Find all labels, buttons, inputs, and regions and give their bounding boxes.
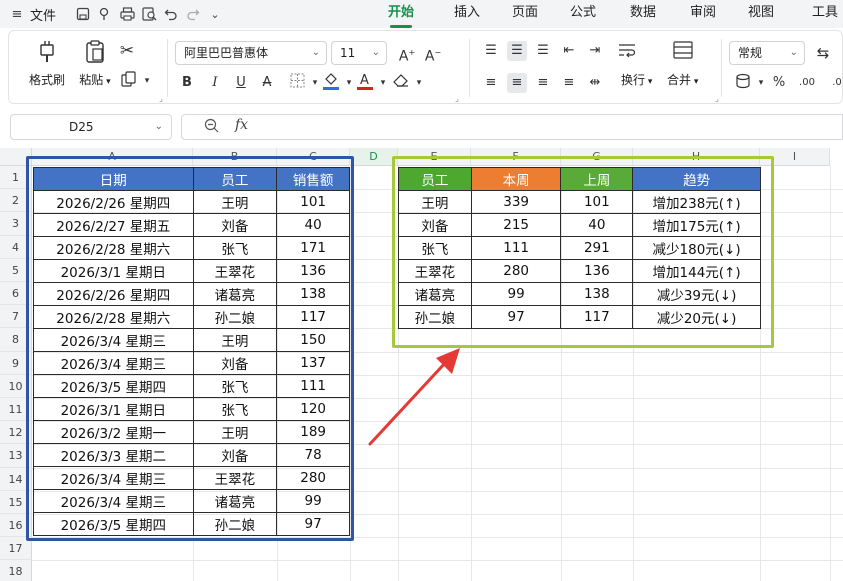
gridline [830,166,831,581]
chevron-down-icon[interactable]: ▾ [409,73,429,93]
chevron-down-icon[interactable]: ▾ [103,77,111,87]
chevron-down-icon[interactable]: ⌄ [206,5,224,23]
font-size-select[interactable]: 11 ⌄ [331,41,387,65]
format-painter-label: 格式刷 [28,73,65,87]
wrap-text-icon[interactable] [617,43,637,63]
format-painter-button[interactable]: 格式刷 [23,39,71,88]
divider [469,39,470,97]
align-middle-icon[interactable]: ☰ [507,41,527,61]
clipboard-expand-icon[interactable]: ⌟ [151,89,171,109]
format-painter-quick-icon[interactable] [96,5,114,23]
file-menu[interactable]: 文件 [30,5,56,24]
paste-icon [86,40,104,63]
right-highlight-frame [392,156,774,348]
undo-icon[interactable] [162,5,180,23]
paste-button[interactable]: 粘贴 ▾ [73,39,117,88]
red-arrow-annotation [368,348,460,446]
borders-icon[interactable] [287,73,307,93]
font-name-select[interactable]: 阿里巴巴普惠体 ⌄ [175,41,327,65]
zoom-icon[interactable] [204,118,219,137]
decrease-font-size-icon[interactable]: A− [423,43,443,65]
chevron-down-icon[interactable]: ▾ [373,73,393,93]
strikethrough-icon[interactable]: A [257,73,277,93]
left-highlight-frame [26,156,354,541]
align-center-icon[interactable]: ≡ [507,73,527,93]
ribbon-tabs: 开始 插入 页面 公式 数据 审阅 视图 工具 [388,0,843,28]
row-header[interactable]: 18 [0,560,32,581]
divider [721,39,722,97]
print-preview-icon[interactable] [140,5,158,23]
decrease-decimal-icon[interactable]: .0 [827,73,843,93]
name-box[interactable]: D25 ⌄ [10,114,172,140]
chevron-down-icon[interactable]: ▾ [751,73,771,93]
font-color-icon[interactable]: A [355,71,375,91]
fill-color-icon[interactable] [321,71,341,91]
font-name-value: 阿里巴巴普惠体 [184,46,269,60]
tab-page[interactable]: 页面 [512,0,570,28]
chevron-down-icon: ⌄ [789,47,798,58]
chevron-down-icon: ▾ [645,77,653,87]
increase-decimal-icon[interactable]: .00 [797,73,817,93]
paste-label: 粘贴 [79,73,104,87]
merge-cells-label: 合并 [667,73,692,87]
insert-function-icon[interactable]: fx [235,117,248,133]
svg-text:A: A [360,73,369,88]
menu-bar: ≡ 文件 ⌄ 开始 插入 页面 公式 数据 审阅 视图 工具 [0,0,843,28]
cut-icon[interactable]: ✂ [117,41,137,61]
cell-reference: D25 [69,120,94,134]
tab-view[interactable]: 视图 [748,0,812,28]
tab-data[interactable]: 数据 [630,0,690,28]
number-format-value: 常规 [738,46,763,60]
font-size-value: 11 [340,46,356,60]
merge-cells-icon[interactable] [673,41,693,61]
tab-insert[interactable]: 插入 [454,0,512,28]
increase-indent-icon[interactable]: ⇥ [585,41,605,61]
formula-input[interactable]: fx [181,114,843,140]
quick-access-toolbar: ≡ 文件 ⌄ [8,0,224,28]
wrap-text-label: 换行 [621,73,646,87]
column-header[interactable]: D [350,148,398,166]
tab-home[interactable]: 开始 [388,0,454,28]
align-left-icon[interactable]: ≡ [481,73,501,93]
number-format-select[interactable]: 常规 ⌄ [729,41,805,65]
align-top-icon[interactable]: ☰ [481,41,501,61]
alignment-expand-icon[interactable]: ⌟ [707,89,727,109]
tab-formulas[interactable]: 公式 [570,0,630,28]
copy-icon[interactable] [119,71,139,91]
clear-format-icon[interactable] [391,73,411,93]
redo-icon[interactable] [184,5,202,23]
chevron-down-icon: ⌄ [311,47,320,58]
currency-icon[interactable] [733,73,753,93]
gridline [32,560,843,562]
percent-icon[interactable]: % [769,73,789,93]
chevron-down-icon: ⌄ [371,47,380,58]
italic-icon[interactable]: I [205,73,225,93]
align-bottom-icon[interactable]: ☰ [533,41,553,61]
hamburger-menu-icon[interactable]: ≡ [8,5,26,23]
increase-font-size-icon[interactable]: A+ [397,43,417,65]
tab-review[interactable]: 审阅 [690,0,748,28]
chevron-down-icon[interactable]: ▾ [137,71,157,91]
justify-icon[interactable]: ≡ [559,73,579,93]
chevron-down-icon: ⌄ [154,121,163,132]
decrease-indent-icon[interactable]: ⇤ [559,41,579,61]
font-expand-icon[interactable]: ⌟ [447,89,467,109]
save-icon[interactable] [74,5,92,23]
print-icon[interactable] [118,5,136,23]
divider [167,39,168,97]
format-painter-icon [40,41,54,62]
tab-tools[interactable]: 工具 [812,0,843,28]
ribbon-toolbar: 格式刷 粘贴 ▾ ✂ ▾ ⌟ 阿里巴巴普惠体 ⌄ 11 ⌄ A+ A− B I … [8,30,843,104]
convert-icon[interactable]: ⇆ [813,43,833,63]
underline-icon[interactable]: U [231,73,251,93]
align-right-icon[interactable]: ≡ [533,73,553,93]
merge-cells-button[interactable]: 合并 ▾ [667,71,698,88]
bold-icon[interactable]: B [177,73,197,93]
wrap-text-button[interactable]: 换行 ▾ [621,71,652,88]
chevron-down-icon: ▾ [691,77,699,87]
distribute-icon[interactable]: ⇹ [585,73,605,93]
